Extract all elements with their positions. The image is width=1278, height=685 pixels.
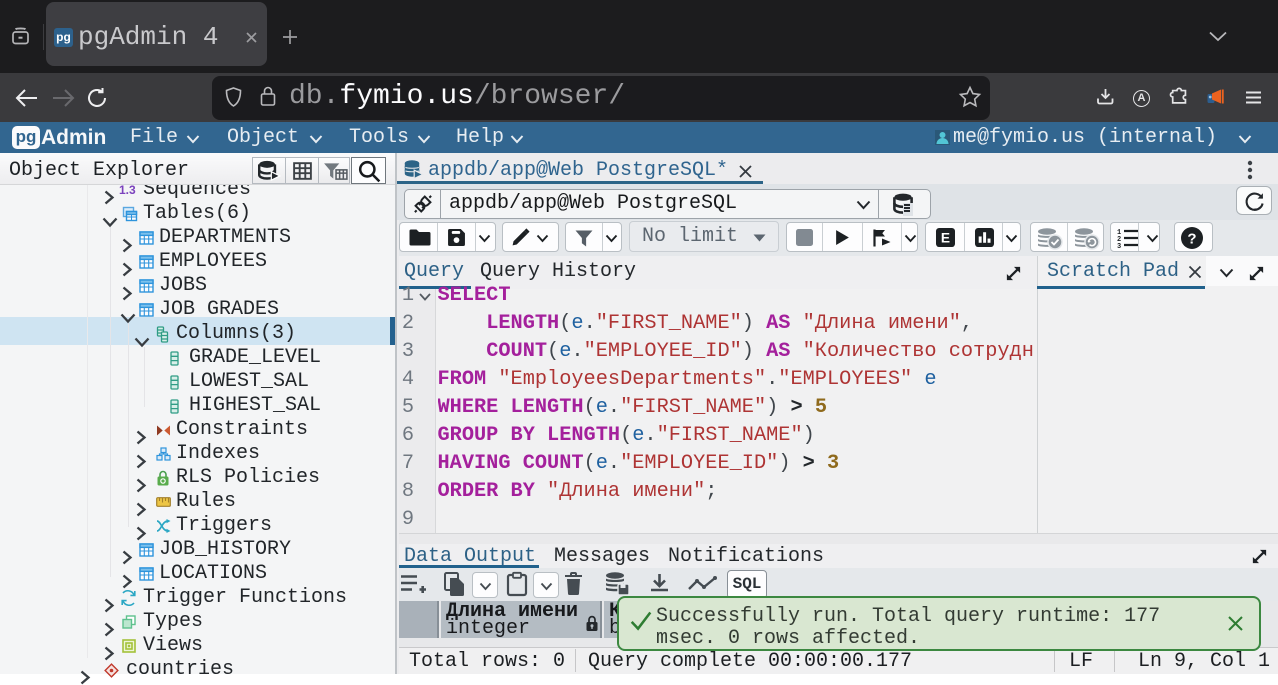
svg-text:?: ? bbox=[1187, 231, 1196, 248]
svg-text:E: E bbox=[941, 230, 950, 245]
svg-text:3: 3 bbox=[1117, 243, 1121, 251]
